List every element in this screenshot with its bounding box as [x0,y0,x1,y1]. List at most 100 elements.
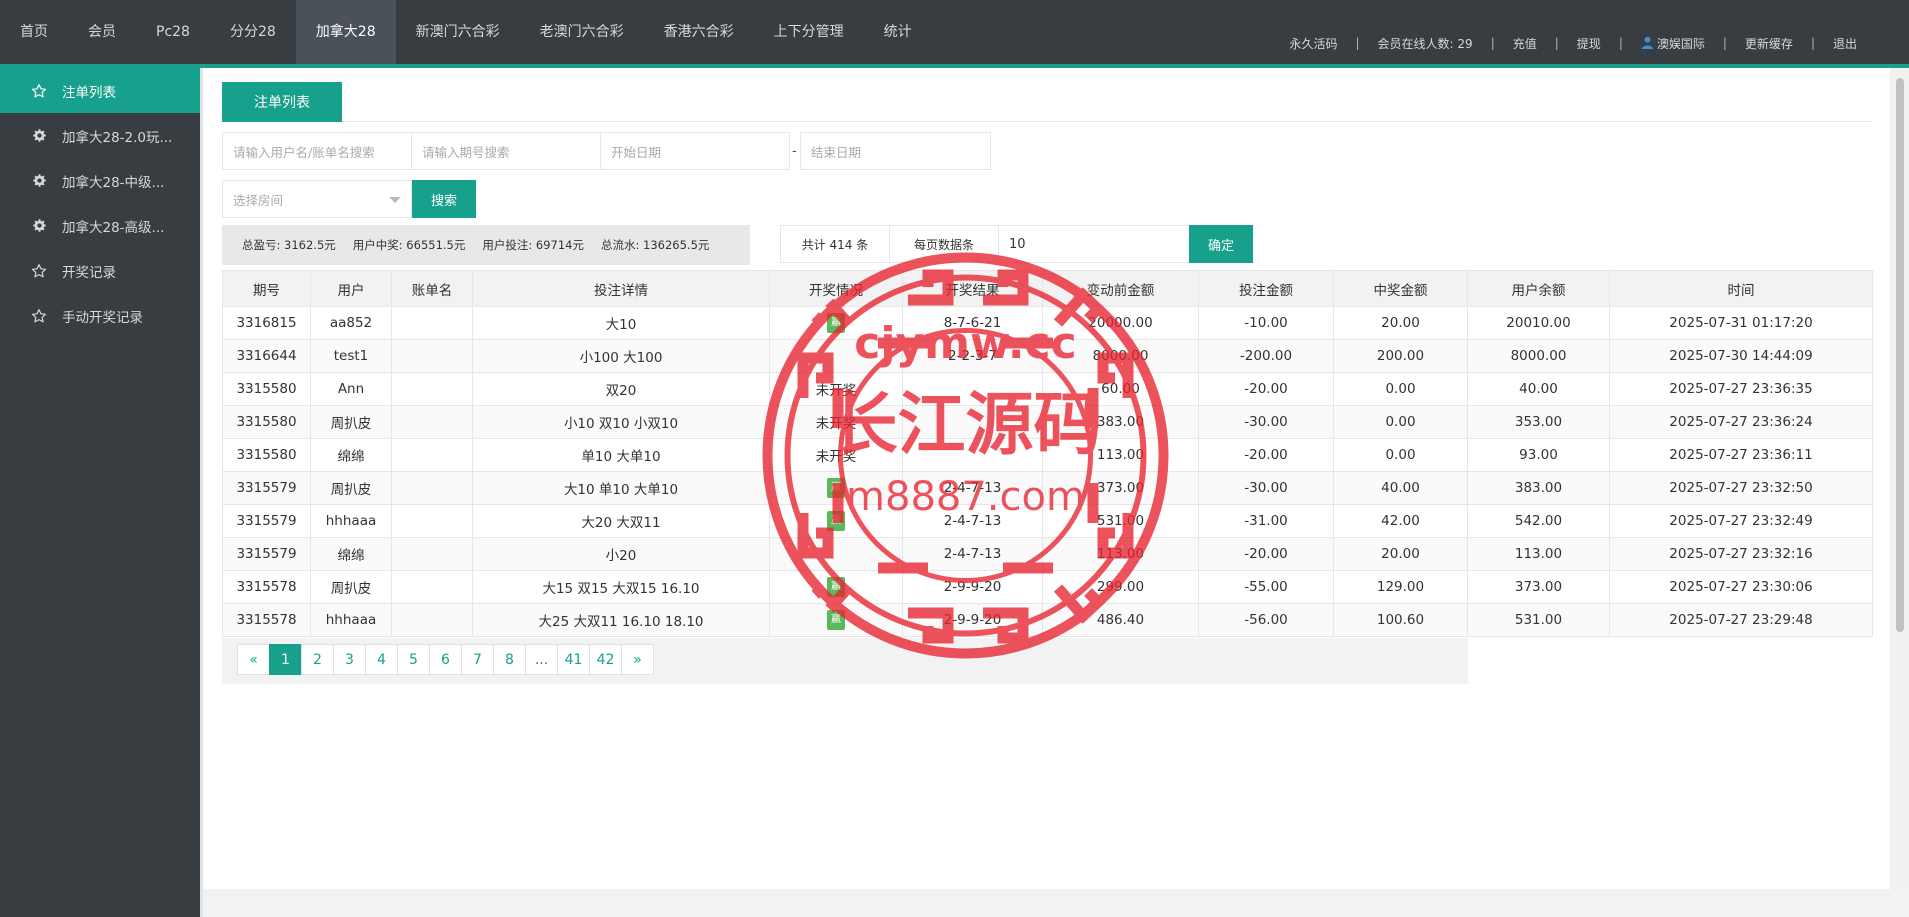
date-separator: - [792,144,797,159]
per-page-label: 每页数据条 [889,225,999,263]
cell-win: 129.00 [1333,570,1468,604]
search-button[interactable]: 搜索 [412,180,476,218]
pager-page[interactable]: 5 [397,644,430,675]
gear-icon [30,217,48,235]
pager-page[interactable]: 8 [493,644,526,675]
cell-bill [391,471,473,505]
stat-user-bet: 用户投注: 69714元 [482,238,584,252]
column-header: 中奖金额 [1333,270,1468,307]
cell-user: 周扒皮 [310,471,392,505]
end-date-input[interactable]: 结束日期 [800,132,991,170]
divider: | [1554,36,1559,50]
cell-bill [391,372,473,406]
pager-page[interactable]: 2 [301,644,334,675]
nav-item-5[interactable]: 新澳门六合彩 [396,0,520,64]
pager-page[interactable]: 6 [429,644,462,675]
pagination: «1 2 3 4 5 6 7 8... 41 42» [237,644,654,675]
pager-page[interactable]: 1 [269,644,302,675]
cell-detail: 大25 大双11 16.10 18.10 [472,603,770,637]
table-row: 3315579 绵绵 小20 2-4-7-13 113.00 -20.00 20.00 113… [222,537,1873,571]
nav-item-0[interactable]: 首页 [0,0,68,64]
cell-balance: 531.00 [1467,603,1610,637]
column-header: 投注金额 [1198,270,1334,307]
nav-item-8[interactable]: 上下分管理 [754,0,864,64]
cell-before: 373.00 [1042,471,1199,505]
sidebar-item-1[interactable]: 加拿大28-2.0玩... [0,113,200,158]
cell-before: 113.00 [1042,438,1199,472]
sidebar-item-5[interactable]: 手动开奖记录 [0,293,200,338]
cell-period: 3316644 [222,339,311,373]
withdraw-link[interactable]: 提现 [1575,35,1603,52]
scrollbar-thumb[interactable] [1896,78,1904,632]
total-count: 共计 414 条 [780,225,890,263]
cell-status [769,339,903,373]
sidebar-item-label: 注单列表 [62,84,116,101]
refresh-cache-link[interactable]: 更新缓存 [1743,35,1795,52]
period-search-input[interactable]: 请输入期号搜索 [411,132,601,170]
pager-page[interactable]: 41 [557,644,590,675]
table-row: 3315580 周扒皮 小10 双10 小双10 未开奖 383.00 -30.00 0.0… [222,405,1873,439]
cell-detail: 大20 大双11 [472,504,770,538]
cell-bill [391,438,473,472]
logout-link[interactable]: 退出 [1831,35,1859,52]
cell-win: 0.00 [1333,372,1468,406]
pager-next[interactable]: » [621,644,654,675]
cell-period: 3315579 [222,504,311,538]
cell-detail: 小10 双10 小双10 [472,405,770,439]
sidebar-item-4[interactable]: 开奖记录 [0,248,200,293]
nav-item-3[interactable]: 分分28 [210,0,296,64]
pager-page[interactable]: 4 [365,644,398,675]
win-badge: 赢 [827,313,845,333]
cell-detail: 大10 单10 大单10 [472,471,770,505]
tab-bet-list[interactable]: 注单列表 [222,82,342,122]
bottom-bar [203,889,1909,917]
cell-period: 3315578 [222,603,311,637]
cell-win: 100.60 [1333,603,1468,637]
nav-item-2[interactable]: Pc28 [136,0,210,64]
column-header: 开奖结果 [902,270,1043,307]
nav-item-4[interactable]: 加拿大28 [295,0,396,64]
nav-item-1[interactable]: 会员 [68,0,136,64]
cell-time: 2025-07-27 23:32:49 [1609,504,1873,538]
star-icon [30,307,48,325]
confirm-button[interactable]: 确定 [1189,225,1253,263]
recharge-link[interactable]: 充值 [1511,35,1539,52]
gear-icon [30,127,48,145]
cell-status: 赢 [769,570,903,604]
star-icon [30,82,48,100]
user-menu[interactable]: 澳娱国际 [1639,35,1707,52]
table-row: 3315580 绵绵 单10 大单10 未开奖 113.00 -20.00 0.00 93.0… [222,438,1873,472]
sidebar-item-2[interactable]: 加拿大28-中级... [0,158,200,203]
column-header: 账单名 [391,270,473,307]
cell-status: 未开奖 [769,405,903,439]
chevron-down-icon [389,197,401,203]
cell-result: 2-9-9-20 [902,570,1043,604]
cell-before: 113.00 [1042,537,1199,571]
cell-balance: 383.00 [1467,471,1610,505]
cell-balance: 373.00 [1467,570,1610,604]
nav-item-6[interactable]: 老澳门六合彩 [520,0,644,64]
cell-bet: -55.00 [1198,570,1334,604]
per-page-input[interactable]: 10 [998,225,1190,263]
pager-page[interactable]: 42 [589,644,622,675]
cell-period: 3315580 [222,405,311,439]
column-header: 变动前金额 [1042,270,1199,307]
permanent-code-link[interactable]: 永久活码 [1287,35,1339,52]
pager-prev[interactable]: « [237,644,270,675]
pager-page[interactable]: 3 [333,644,366,675]
divider: | [1490,36,1495,50]
cell-before: 299.00 [1042,570,1199,604]
cell-win: 42.00 [1333,504,1468,538]
table-row: 3315578 hhhaaa 大25 大双11 16.10 18.10 赢 2-9-9-… [222,603,1873,637]
start-date-input[interactable]: 开始日期 [600,132,790,170]
divider: | [1618,36,1623,50]
sidebar-item-0[interactable]: 注单列表 [0,68,200,113]
cell-detail: 单10 大单10 [472,438,770,472]
cell-win: 0.00 [1333,405,1468,439]
pager-page[interactable]: 7 [461,644,494,675]
sidebar-item-3[interactable]: 加拿大28-高级... [0,203,200,248]
user-search-input[interactable]: 请输入用户名/账单名搜索 [222,132,412,170]
nav-item-7[interactable]: 香港六合彩 [644,0,754,64]
room-select[interactable]: 选择房间 [222,180,412,218]
nav-item-9[interactable]: 统计 [864,0,932,64]
